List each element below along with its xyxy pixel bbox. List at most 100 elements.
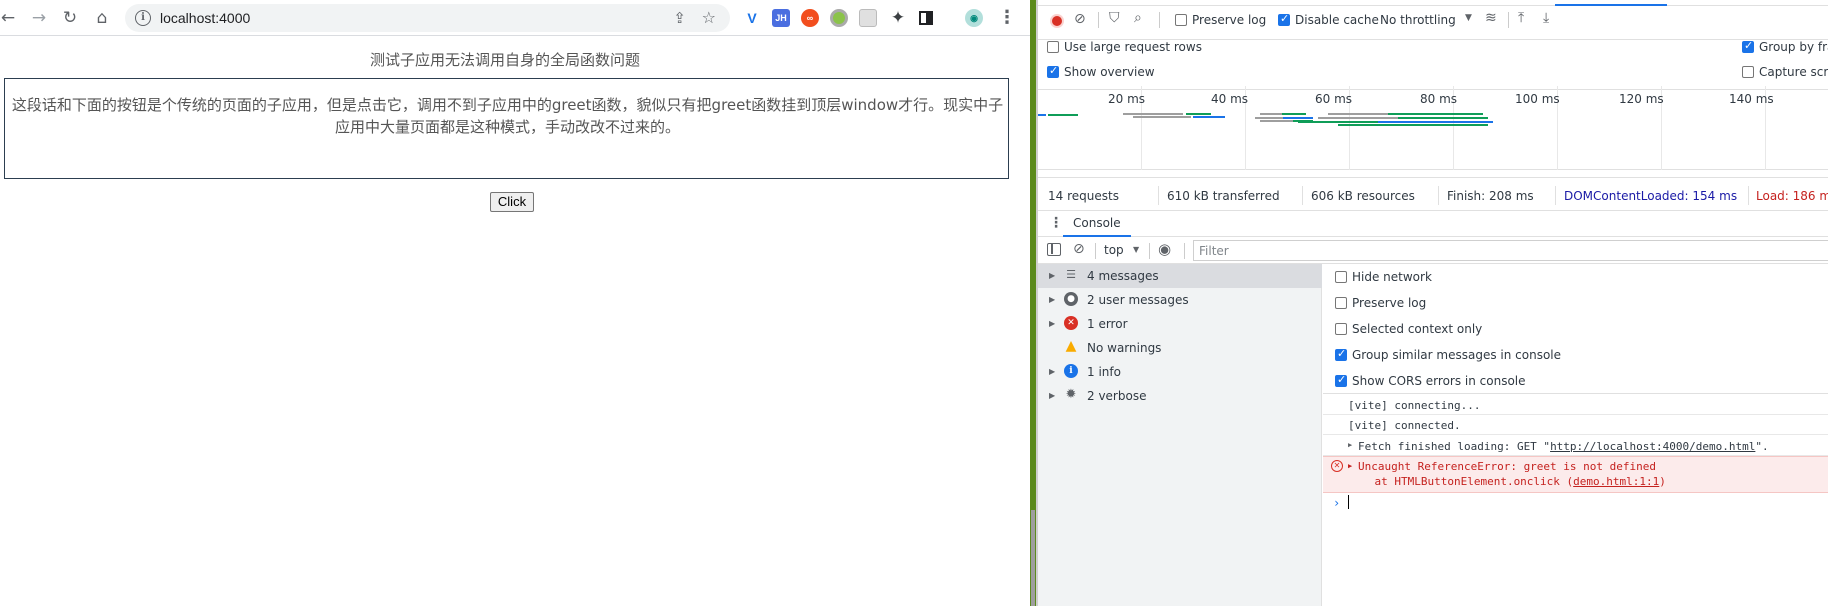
expand-triangle-icon[interactable]: ▶ [1348,462,1352,470]
extension-circle-icon[interactable] [830,9,848,27]
forward-icon[interactable]: → [25,4,53,32]
share-icon[interactable]: ⇪ [673,9,686,27]
sidebar-item-label: No warnings [1087,341,1162,355]
extension-reader-icon[interactable] [859,9,877,27]
sidebar-item-errors[interactable]: ▶ ✕ 1 error [1038,312,1322,336]
back-icon[interactable]: ← [0,4,22,32]
eye-icon[interactable]: ◉ [1158,240,1171,258]
sub-app-container: 这段话和下面的按钮是个传统的页面的子应用，但是点击它，调用不到子应用中的gree… [4,78,1009,212]
resources-size: 606 kB resources [1311,189,1415,203]
page-content: 测试子应用无法调用自身的全局函数问题 这段话和下面的按钮是个传统的页面的子应用，… [0,36,1030,606]
capture-screenshots-checkbox[interactable] [1742,66,1754,78]
clear-console-icon[interactable]: ⊘ [1073,241,1085,257]
bookmark-star-icon[interactable]: ☆ [702,8,716,27]
extension-infinity-icon[interactable]: ∞ [801,9,819,27]
extension-v-icon[interactable]: V [743,9,761,27]
sidebar-item-label: 1 info [1087,365,1121,379]
requests-count: 14 requests [1048,189,1119,203]
sidebar-item-user-messages[interactable]: ▶ ● 2 user messages [1038,288,1322,312]
option-selected-context[interactable]: Selected context only [1323,316,1828,342]
browser-window: ← → ↻ ⌂ i localhost:4000 ⇪ ☆ V JH ∞ ✦ ◉ … [0,0,1030,606]
waterfall-bar [1283,117,1313,119]
sidebar-item-label: 2 user messages [1087,293,1189,307]
preserve-log-checkbox[interactable] [1175,14,1187,26]
sidebar-toggle-icon[interactable] [1047,243,1061,256]
console-filter-input[interactable]: Filter [1193,240,1828,261]
large-rows-checkbox[interactable] [1047,41,1059,53]
message-text: [vite] connected. [1348,419,1461,432]
extensions-puzzle-icon[interactable]: ✦ [884,4,912,32]
load-time: Load: 186 ms [1756,189,1828,203]
overview-tick: 80 ms [1420,92,1458,106]
context-select[interactable]: top [1104,243,1124,257]
option-label: Show CORS errors in console [1352,374,1526,388]
hide-network-checkbox[interactable] [1335,271,1347,283]
console-prompt-icon: › [1333,496,1341,510]
extension-jh-icon[interactable]: JH [772,9,790,27]
console-input[interactable] [1348,495,1349,509]
sidebar-item-verbose[interactable]: ▶ ✹ 2 verbose [1038,384,1322,408]
address-bar[interactable]: i localhost:4000 ⇪ ☆ [125,4,730,32]
show-overview-checkbox[interactable] [1047,64,1059,78]
expand-triangle-icon[interactable]: ▶ [1348,441,1352,449]
side-panel-icon[interactable] [912,4,940,32]
sidebar-item-info[interactable]: ▶ i 1 info [1038,360,1322,384]
sidebar-item-warnings[interactable]: ▲ No warnings [1038,336,1322,360]
throttling-select[interactable]: No throttling [1380,13,1456,27]
show-cors-checkbox[interactable] [1335,373,1347,387]
preserve-log-checkbox[interactable] [1335,297,1347,309]
network-summary: 14 requests 610 kB transferred 606 kB re… [1038,180,1828,211]
home-icon[interactable]: ⌂ [88,4,116,32]
search-icon[interactable]: ⌕ [1134,10,1142,26]
overview-tick: 60 ms [1315,92,1353,106]
tab-console[interactable]: Console [1063,211,1131,237]
site-info-icon[interactable]: i [135,10,151,26]
devtools-panel: ⊘ ⛉ ⌕ Preserve log Disable cache No thro… [1038,0,1828,606]
group-similar-checkbox[interactable] [1335,347,1347,361]
message-text: [vite] connecting... [1348,399,1481,412]
waterfall-bar [1193,116,1225,118]
disable-cache-label: Disable cache [1295,13,1379,27]
console-message: [vite] connecting... [1323,395,1828,415]
console-toolbar: ⊘ top ▼ ◉ Filter [1038,237,1828,264]
drawer-menu-icon[interactable]: ⋮ [1049,215,1063,231]
export-har-icon[interactable]: ⤓ [1543,10,1549,26]
waterfall-bar [1398,117,1488,119]
profile-avatar[interactable]: ◉ [965,9,983,27]
option-preserve-log[interactable]: Preserve log [1323,290,1828,316]
toolbar-divider [1149,243,1150,259]
option-hide-network[interactable]: Hide network [1323,264,1828,290]
click-button[interactable]: Click [490,192,534,212]
browser-menu-icon[interactable]: ⋮ [993,4,1021,32]
preserve-log-label: Preserve log [1192,13,1267,27]
waterfall-bar [1388,113,1483,115]
selected-context-checkbox[interactable] [1335,323,1347,335]
error-icon: ✕ [1331,460,1343,472]
sidebar-item-label: 2 verbose [1087,389,1147,403]
disable-cache-checkbox[interactable] [1278,12,1290,26]
console-message: [vite] connected. [1323,415,1828,435]
clear-icon[interactable]: ⊘ [1074,11,1086,27]
import-har-icon[interactable]: ⤒ [1518,10,1524,26]
option-group-similar[interactable]: Group similar messages in console [1323,342,1828,368]
request-url-link[interactable]: http://localhost:4000/demo.html [1550,440,1755,453]
chevron-down-icon[interactable]: ▼ [1133,245,1139,254]
sidebar-item-messages[interactable]: ▶ ☰ 4 messages [1038,264,1322,288]
network-conditions-icon[interactable]: ≋ [1485,10,1497,26]
group-by-frame-label: Group by fram [1759,40,1828,54]
finish-time: Finish: 208 ms [1447,189,1534,203]
network-overview[interactable]: 20 ms 40 ms 60 ms 80 ms 100 ms 120 ms 14… [1038,86,1828,170]
url-text[interactable]: localhost:4000 [160,10,250,26]
reload-icon[interactable]: ↻ [56,4,84,32]
waterfall-bar [1338,124,1488,126]
filter-icon[interactable]: ⛉ [1109,10,1120,26]
dom-content-loaded-time: DOMContentLoaded: 154 ms [1564,189,1738,203]
error-icon: ✕ [1064,316,1078,330]
source-location-link[interactable]: demo.html:1:1 [1573,475,1659,488]
overview-tick: 120 ms [1619,92,1664,106]
group-by-frame-checkbox[interactable] [1742,39,1754,53]
chevron-down-icon[interactable]: ▼ [1465,13,1472,23]
error-text: Uncaught ReferenceError: greet is not de… [1358,460,1657,473]
record-icon[interactable] [1050,14,1064,28]
option-show-cors[interactable]: Show CORS errors in console [1323,368,1828,394]
